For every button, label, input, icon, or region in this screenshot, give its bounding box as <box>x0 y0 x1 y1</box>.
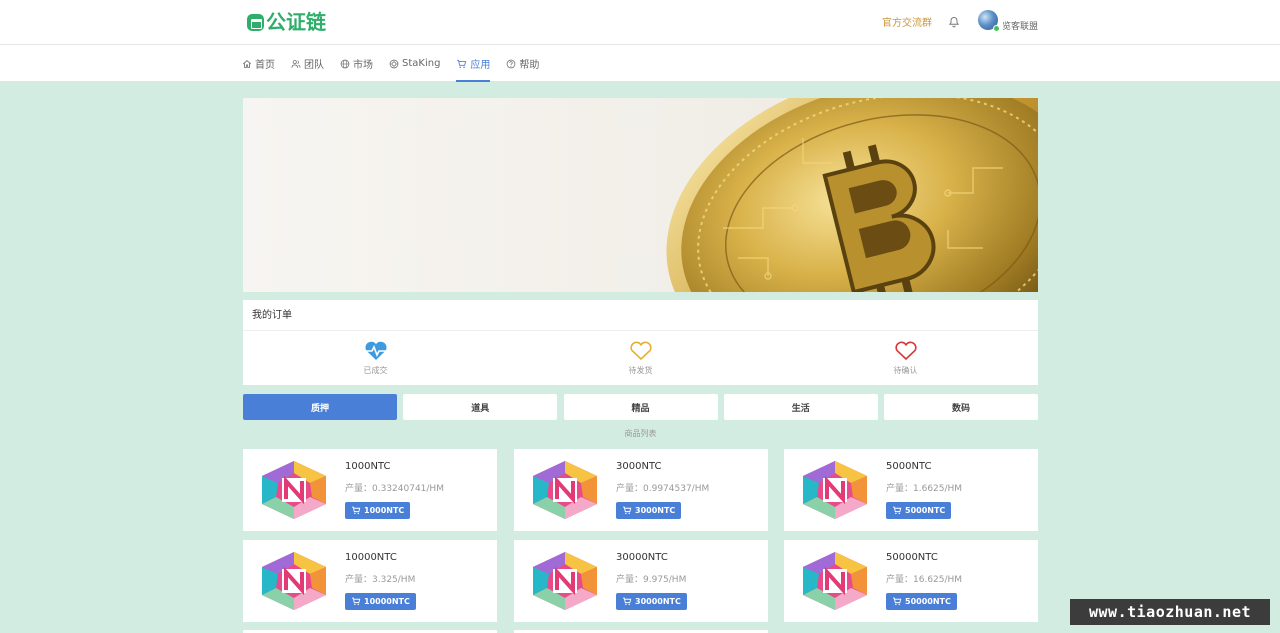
nav-item-staking[interactable]: StaKing <box>389 45 440 82</box>
heart-outline-icon <box>629 341 652 360</box>
nav-menu: 首页 团队 市场 StaKing 应用 帮助 <box>242 45 555 82</box>
buy-button[interactable]: 1000NTC <box>345 502 411 519</box>
order-status-pending-confirmation[interactable]: 待确认 <box>773 331 1038 385</box>
nav-item-apps[interactable]: 应用 <box>456 45 491 82</box>
buy-button[interactable]: 10000NTC <box>345 593 416 610</box>
globe-icon <box>340 59 350 68</box>
buy-button[interactable]: 30000NTC <box>616 593 687 610</box>
buy-button[interactable]: 5000NTC <box>886 502 952 519</box>
logo-icon <box>247 13 264 31</box>
nav-item-market[interactable]: 市场 <box>340 45 373 82</box>
logo-text: 公证链 <box>266 10 326 34</box>
bitcoin-coin-image <box>666 98 1038 292</box>
cart-icon <box>352 597 361 606</box>
product-name: 30000NTC <box>616 552 668 563</box>
ntc-logo-icon <box>262 461 326 519</box>
order-status-label: 待发货 <box>628 365 653 375</box>
users-icon <box>291 59 301 68</box>
product-output-rate: 产量：0.33240741/HM <box>345 484 444 494</box>
order-status-pending-shipment[interactable]: 待发货 <box>508 331 773 385</box>
product-card[interactable]: 3000NTC 产量：0.9974537/HM 3000NTC <box>514 449 768 531</box>
ntc-logo-icon <box>803 552 867 610</box>
product-card[interactable]: 1000NTC 产量：0.33240741/HM 1000NTC <box>243 449 497 531</box>
product-card[interactable]: 5000NTC 产量：1.6625/HM 5000NTC <box>784 449 1038 531</box>
cart-icon <box>893 506 902 515</box>
product-list-title: 商品列表 <box>624 429 657 438</box>
nav-label: 应用 <box>470 60 491 71</box>
logo[interactable]: 公证链 <box>247 10 326 34</box>
online-status-dot <box>992 24 1000 32</box>
buy-button-label: 1000NTC <box>364 506 405 515</box>
header-actions: 官方交流群 览客联盟 <box>882 9 1038 32</box>
cart-icon <box>623 506 632 515</box>
nav-label: 团队 <box>304 60 324 71</box>
nav-label: 帮助 <box>519 60 540 71</box>
product-output-rate: 产量：0.9974537/HM <box>616 484 710 494</box>
category-tab-life[interactable]: 生活 <box>723 394 878 420</box>
buy-button-label: 30000NTC <box>635 597 681 606</box>
category-tab-props[interactable]: 道具 <box>403 394 558 420</box>
category-tab-digital[interactable]: 数码 <box>884 394 1038 420</box>
site-watermark: www.tiaozhuan.net <box>1070 599 1270 625</box>
nav-item-home[interactable]: 首页 <box>242 45 275 82</box>
heart-outline-icon <box>894 341 917 360</box>
help-icon <box>507 59 516 68</box>
product-name: 5000NTC <box>886 461 932 472</box>
category-tab-premium[interactable]: 精品 <box>563 394 718 420</box>
official-group-link[interactable]: 官方交流群 <box>882 14 932 29</box>
buy-button-label: 5000NTC <box>905 506 946 515</box>
product-output-rate: 产量：9.975/HM <box>616 575 687 585</box>
buy-button-label: 50000NTC <box>905 597 951 606</box>
product-name: 50000NTC <box>886 552 938 563</box>
ntc-logo-icon <box>533 461 597 519</box>
staking-icon <box>389 59 399 68</box>
product-card[interactable]: 30000NTC 产量：9.975/HM 30000NTC <box>514 540 768 622</box>
cart-icon <box>352 506 361 515</box>
cart-icon <box>623 597 632 606</box>
cart-icon <box>457 59 467 68</box>
category-tab-staking[interactable]: 质押 <box>243 394 397 420</box>
product-output-rate: 产量：3.325/HM <box>345 575 416 585</box>
order-status-row: 已成交 待发货 待确认 <box>243 331 1038 385</box>
main-navbar: 首页 团队 市场 StaKing 应用 帮助 <box>0 45 1280 82</box>
product-name: 10000NTC <box>345 552 397 563</box>
product-output-rate: 产量：16.625/HM <box>886 575 963 585</box>
top-bar: 公证链 官方交流群 览客联盟 <box>0 0 1280 45</box>
nav-label: 市场 <box>353 60 373 71</box>
my-orders-panel: 我的订单 已成交 待发货 待确认 <box>243 300 1038 385</box>
bell-icon[interactable] <box>948 16 960 28</box>
buy-button-label: 10000NTC <box>364 597 410 606</box>
ntc-logo-icon <box>262 552 326 610</box>
banner-image[interactable] <box>243 98 1038 292</box>
product-output-rate: 产量：1.6625/HM <box>886 484 963 494</box>
product-card[interactable]: 10000NTC 产量：3.325/HM 10000NTC <box>243 540 497 622</box>
ntc-logo-icon <box>533 552 597 610</box>
product-name: 3000NTC <box>616 461 662 472</box>
product-card[interactable]: 50000NTC 产量：16.625/HM 50000NTC <box>784 540 1038 622</box>
username[interactable]: 览客联盟 <box>1002 19 1038 32</box>
nav-label: 首页 <box>255 60 275 71</box>
order-status-label: 待确认 <box>893 365 918 375</box>
heartbeat-icon <box>364 341 387 360</box>
home-icon <box>242 59 252 68</box>
nav-label: StaKing <box>402 58 441 69</box>
nav-item-team[interactable]: 团队 <box>291 45 324 82</box>
nav-item-help[interactable]: 帮助 <box>506 45 539 82</box>
buy-button[interactable]: 3000NTC <box>616 502 682 519</box>
product-name: 1000NTC <box>345 461 391 472</box>
cart-icon <box>893 597 902 606</box>
buy-button[interactable]: 50000NTC <box>886 593 957 610</box>
ntc-logo-icon <box>803 461 867 519</box>
avatar[interactable] <box>977 9 1000 32</box>
my-orders-title: 我的订单 <box>243 300 1038 331</box>
order-status-completed[interactable]: 已成交 <box>243 331 508 385</box>
buy-button-label: 3000NTC <box>635 506 676 515</box>
order-status-label: 已成交 <box>363 365 388 375</box>
category-tabs: 质押 道具 精品 生活 数码 <box>243 394 1038 420</box>
